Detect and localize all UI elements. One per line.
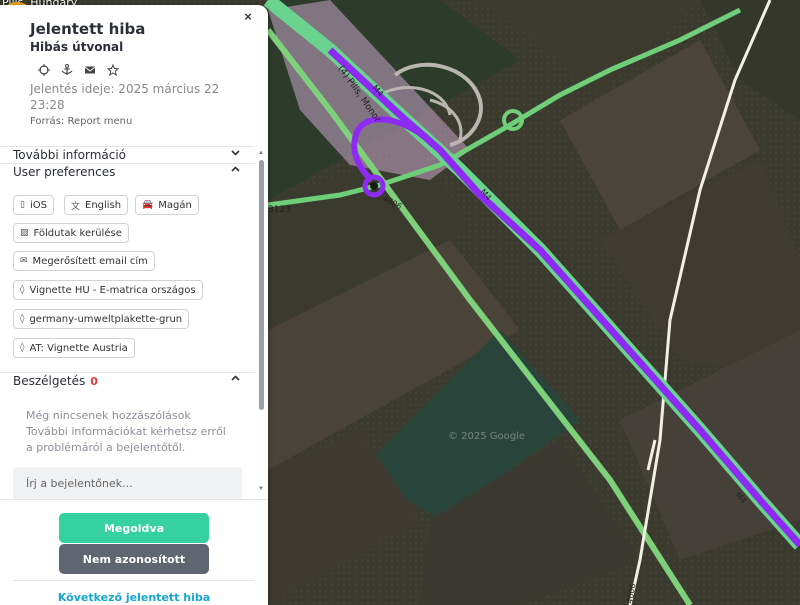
chip-vignette-at: ◊ AT: Vignette Austria [13,338,135,358]
empty-conversation-text: Még nincsenek hozzászólások További info… [26,409,226,454]
chip-avoid-dirt-roads: ▨ Földutak kerülése [13,223,129,243]
crosshair-icon[interactable] [36,62,52,78]
scroll-down-icon[interactable]: ▼ [257,486,265,492]
panel-scrollbar[interactable]: ▲ ▼ [257,150,265,496]
report-panel: × Jelentett hiba Hibás útvonal Jelentés … [0,5,268,605]
section-user-preferences[interactable]: User preferences [0,163,254,180]
section-conversation-label: Beszélgetés 0 [13,374,98,388]
footer-divider [0,499,268,500]
report-source: Forrás: Report menu [30,116,133,127]
report-subtitle: Hibás útvonal [30,40,124,54]
chip-language: 文 English [64,195,129,215]
action-icons [36,62,121,78]
email-icon: ✉ [20,256,28,266]
scroll-up-icon[interactable]: ▲ [257,150,265,156]
chevron-up-icon [231,165,240,177]
chevron-up-icon [231,374,240,386]
solved-button[interactable]: Megoldva [59,513,209,543]
footer-separator [13,580,255,581]
comment-input[interactable] [13,467,242,499]
tag-icon: ◊ [20,343,25,353]
section-more-info[interactable]: További információ [0,146,254,163]
chip-vehicle: 🚘 Magán [135,195,199,215]
not-identified-button[interactable]: Nem azonosított [59,544,209,574]
mail-icon[interactable] [82,62,98,78]
car-icon: 🚘 [142,200,154,210]
scroll-thumb[interactable] [259,160,264,410]
chip-verified-email: ✉ Megerősített email cím [13,251,155,271]
road-label-3123: 3123 [268,205,291,215]
comment-count-badge: 0 [90,375,98,388]
section-user-preferences-label: User preferences [13,165,116,179]
chip-platform: ▯ iOS [13,195,54,215]
translate-icon: 文 [71,201,81,212]
map-watermark: © 2025 Google [448,431,526,442]
anchor-icon[interactable] [59,62,75,78]
section-more-info-label: További információ [13,148,127,162]
section-conversation[interactable]: Beszélgetés 0 [0,372,254,389]
report-title: Jelentett hiba [30,20,146,38]
phone-icon: ▯ [20,200,25,210]
next-report-link[interactable]: Következő jelentett hiba [0,591,268,604]
chevron-down-icon [231,148,240,160]
star-icon[interactable] [105,62,121,78]
close-button[interactable]: × [241,10,255,24]
dirt-road-icon: ▨ [20,228,29,238]
chip-vignette-hu: ◊ Vignette HU - E-matrica országos [13,280,203,300]
tag-icon: ◊ [20,314,25,324]
chip-umweltplakette: ◊ germany-umweltplakette-grun [13,309,190,329]
tag-icon: ◊ [20,285,25,295]
report-time: Jelentés ideje: 2025 március 22 23:28 [30,82,220,112]
